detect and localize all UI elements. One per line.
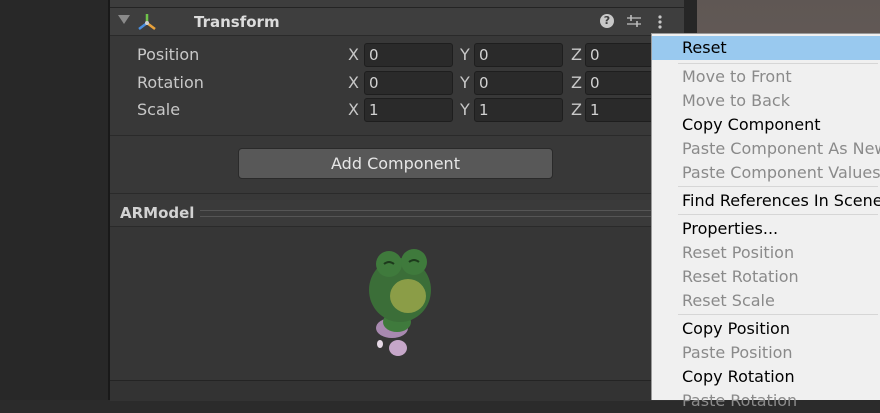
menu-item-reset[interactable]: Reset xyxy=(652,36,880,60)
transform-icon xyxy=(138,14,156,30)
menu-item-move-to-front: Move to Front xyxy=(682,67,792,86)
rotation-y-field[interactable]: 0 xyxy=(474,71,563,95)
transform-component-header[interactable]: Transform ? xyxy=(110,8,684,36)
menu-separator xyxy=(678,186,878,187)
frog-model-image xyxy=(369,249,431,356)
menu-separator xyxy=(678,214,878,215)
triangle-down-icon[interactable] xyxy=(118,15,130,24)
scale-x-field[interactable]: 1 xyxy=(364,98,453,122)
menu-item-properties[interactable]: Properties... xyxy=(652,217,880,241)
menu-item-paste-rotation: Paste Rotation xyxy=(682,391,798,410)
scale-y-axis-label[interactable]: Y xyxy=(460,100,470,119)
position-label: Position xyxy=(137,45,200,64)
previous-component-edge xyxy=(110,0,686,8)
menu-item-reset-rotation: Reset Rotation xyxy=(682,267,799,286)
scale-label: Scale xyxy=(137,100,181,119)
menu-item-copy-rotation[interactable]: Copy Rotation xyxy=(652,365,880,389)
preview-header[interactable]: ARModel xyxy=(110,200,684,227)
scale-z-field[interactable]: 1 xyxy=(585,98,655,122)
position-z-axis-label[interactable]: Z xyxy=(571,45,582,64)
menu-item-move-to-back: Move to Back xyxy=(682,91,790,110)
menu-item-find-references[interactable]: Find References In Scene xyxy=(652,189,880,213)
help-icon[interactable]: ? xyxy=(600,14,614,28)
preview-title: ARModel xyxy=(120,204,195,222)
menu-separator xyxy=(678,63,878,64)
position-y-axis-label[interactable]: Y xyxy=(460,45,470,64)
presets-icon[interactable] xyxy=(626,13,642,29)
rotation-x-axis-label[interactable]: X xyxy=(348,73,359,92)
scale-x-axis-label[interactable]: X xyxy=(348,100,359,119)
left-panel xyxy=(0,0,109,400)
position-x-axis-label[interactable]: X xyxy=(348,45,359,64)
menu-item-paste-position: Paste Position xyxy=(682,343,793,362)
add-component-button[interactable]: Add Component xyxy=(238,148,553,179)
rotation-x-field[interactable]: 0 xyxy=(364,71,453,95)
menu-item-reset-scale: Reset Scale xyxy=(682,291,775,310)
menu-item-copy-component[interactable]: Copy Component xyxy=(652,113,880,137)
component-title: Transform xyxy=(194,13,280,31)
rotation-z-field[interactable]: 0 xyxy=(585,71,655,95)
position-x-field[interactable]: 0 xyxy=(364,43,453,67)
kebab-menu-icon[interactable] xyxy=(653,12,667,32)
position-z-field[interactable]: 0 xyxy=(585,43,655,67)
scale-y-field[interactable]: 1 xyxy=(474,98,563,122)
section-divider xyxy=(110,193,684,194)
drag-handle[interactable] xyxy=(200,210,680,217)
rotation-label: Rotation xyxy=(137,73,204,92)
scale-z-axis-label[interactable]: Z xyxy=(571,100,582,119)
section-divider xyxy=(110,135,684,136)
menu-item-reset-position: Reset Position xyxy=(682,243,795,262)
menu-item-paste-component-values: Paste Component Values xyxy=(682,163,880,182)
menu-item-paste-component-as-new: Paste Component As New xyxy=(682,139,880,158)
preview-footer xyxy=(110,380,684,401)
position-y-field[interactable]: 0 xyxy=(474,43,563,67)
context-menu: Reset Move to Front Move to Back Copy Co… xyxy=(651,33,880,410)
rotation-y-axis-label[interactable]: Y xyxy=(460,73,470,92)
menu-item-copy-position[interactable]: Copy Position xyxy=(652,317,880,341)
rotation-z-axis-label[interactable]: Z xyxy=(571,73,582,92)
menu-separator xyxy=(678,314,878,315)
